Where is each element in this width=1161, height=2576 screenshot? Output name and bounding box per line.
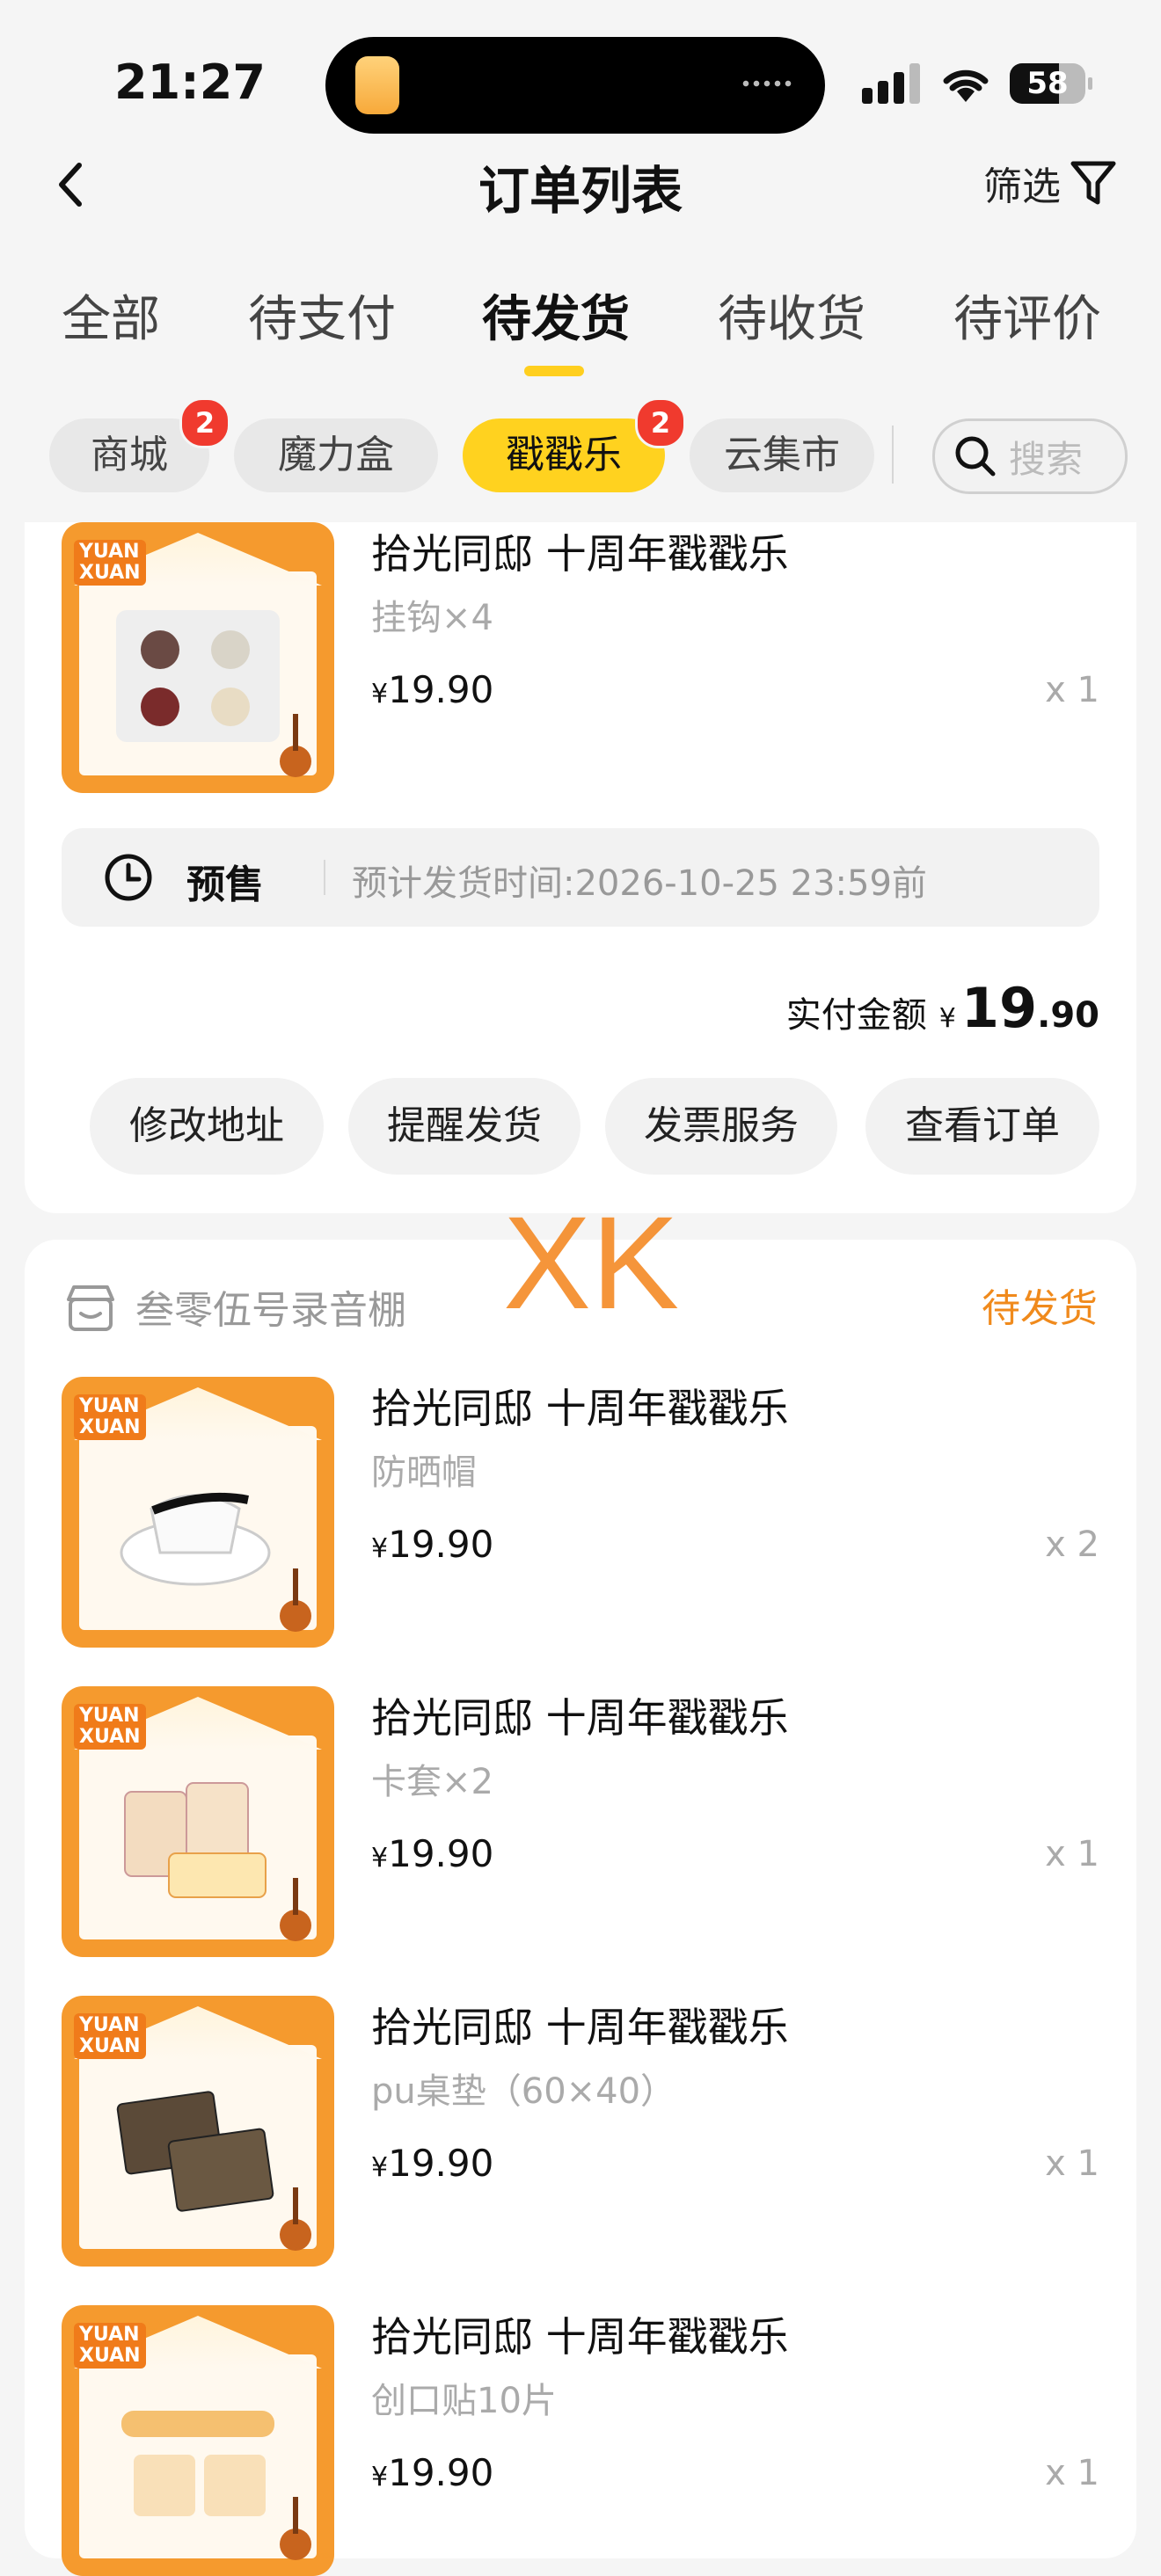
product-thumbnail[interactable]: YUAN XUAN	[62, 1686, 334, 1957]
chip-label: 戳戳乐	[506, 433, 622, 477]
product-quantity: x 1	[1045, 670, 1099, 710]
guitar-decoration-icon	[280, 2497, 311, 2560]
order-status: 待发货	[982, 1286, 1098, 1331]
battery-level: 58	[1026, 66, 1069, 101]
paid-amount: 实付金额 ¥19.90	[785, 976, 1099, 1040]
product-name: 拾光同邸 十周年戳戳乐	[371, 1694, 789, 1742]
wifi-icon	[943, 69, 989, 102]
product-name: 拾光同邸 十周年戳戳乐	[371, 530, 789, 578]
modify-address-button[interactable]: 修改地址	[90, 1078, 324, 1175]
filter-button[interactable]: 筛选	[983, 155, 1117, 211]
order-card[interactable]: YUAN XUAN 拾光同邸 十周年戳戳乐 挂钩×4 ¥19.90 x 1 预售 …	[25, 522, 1136, 1213]
chip-magic-box[interactable]: 魔力盒	[234, 418, 438, 492]
active-tab-indicator	[524, 366, 584, 376]
tab-pending-shipment[interactable]: 待发货	[482, 280, 630, 351]
guitar-decoration-icon	[280, 1878, 311, 1941]
product-quantity: x 1	[1045, 1834, 1099, 1874]
brand-logo-icon: YUAN XUAN	[74, 1704, 146, 1750]
order-status-tabs: 全部 待支付 待发货 待收货 待评价	[0, 280, 1161, 376]
tab-pending-receipt[interactable]: 待收货	[718, 280, 865, 351]
product-image-hooks	[116, 610, 280, 742]
guitar-decoration-icon	[280, 2187, 311, 2251]
chip-label: 云集市	[724, 433, 840, 477]
guitar-decoration-icon	[280, 714, 311, 777]
presale-divider	[324, 860, 325, 895]
tab-pending-payment[interactable]: 待支付	[248, 280, 396, 351]
product-quantity: x 1	[1045, 2453, 1099, 2493]
shop-icon	[67, 1285, 114, 1331]
filter-label: 筛选	[983, 164, 1061, 209]
presale-label: 预售	[186, 862, 264, 907]
badge-poke-game-count: 2	[635, 397, 686, 448]
filter-funnel-icon	[1070, 161, 1116, 205]
search-icon	[955, 436, 996, 477]
paid-amount-label: 实付金额	[785, 995, 927, 1036]
product-thumbnail[interactable]: YUAN XUAN	[62, 2305, 334, 2576]
product-name: 拾光同邸 十周年戳戳乐	[371, 2004, 789, 2051]
status-time: 21:27	[114, 55, 266, 110]
product-spec: pu桌垫（60×40）	[371, 2071, 676, 2112]
brand-logo-icon: YUAN XUAN	[74, 540, 146, 586]
product-spec: 挂钩×4	[371, 598, 493, 638]
chip-cloud-market[interactable]: 云集市	[690, 418, 874, 492]
status-bar: 21:27 58	[0, 0, 1161, 149]
product-spec: 创口贴10片	[371, 2381, 557, 2421]
product-thumbnail[interactable]: YUAN XUAN	[62, 1996, 334, 2267]
product-image-sun-hat	[116, 1465, 280, 1597]
product-image-desk-mat	[116, 2084, 280, 2216]
search-input[interactable]: 搜索	[932, 418, 1128, 494]
product-price: ¥19.90	[371, 2451, 494, 2494]
battery-icon: 58	[1010, 63, 1092, 104]
chip-label: 商城	[91, 433, 168, 477]
dynamic-island	[325, 37, 825, 134]
product-image-card-sleeves	[116, 1774, 280, 1906]
chip-label: 魔力盒	[278, 433, 394, 477]
product-price: ¥19.90	[371, 2142, 494, 2185]
tab-all[interactable]: 全部	[62, 280, 160, 351]
estimated-ship-time: 预计发货时间:2026-10-25 23:59前	[352, 863, 927, 904]
brand-logo-icon: YUAN XUAN	[74, 2323, 146, 2369]
remind-shipment-button[interactable]: 提醒发货	[348, 1078, 580, 1175]
search-placeholder: 搜索	[1009, 438, 1084, 481]
tab-pending-review[interactable]: 待评价	[953, 280, 1101, 351]
watermark-text: XK	[503, 1189, 680, 1336]
product-price: ¥19.90	[371, 1832, 494, 1875]
live-activity-app-icon	[355, 56, 399, 114]
presale-info-bar: 预售 预计发货时间:2026-10-25 23:59前	[62, 828, 1099, 927]
product-spec: 卡套×2	[371, 1762, 493, 1802]
clock-icon	[105, 854, 152, 901]
guitar-decoration-icon	[280, 1568, 311, 1632]
product-thumbnail[interactable]: YUAN XUAN	[62, 522, 334, 793]
product-name: 拾光同邸 十周年戳戳乐	[371, 2313, 789, 2361]
invoice-service-button[interactable]: 发票服务	[605, 1078, 837, 1175]
product-thumbnail[interactable]: YUAN XUAN	[62, 1377, 334, 1648]
order-card[interactable]: 叁零伍号录音棚 待发货 YUAN XUAN 拾光同邸 十周年戳戳乐 防晒帽 ¥19…	[25, 1240, 1136, 2576]
shop-name[interactable]: 叁零伍号录音棚	[135, 1278, 406, 1335]
brand-logo-icon: YUAN XUAN	[74, 1394, 146, 1440]
product-quantity: x 1	[1045, 2143, 1099, 2184]
product-name: 拾光同邸 十周年戳戳乐	[371, 1385, 789, 1432]
product-price: ¥19.90	[371, 668, 494, 711]
product-image-bandages	[116, 2393, 280, 2525]
product-spec: 防晒帽	[371, 1452, 477, 1493]
cellular-signal-icon	[862, 63, 920, 104]
live-activity-dots-icon	[741, 79, 793, 88]
view-order-button[interactable]: 查看订单	[865, 1078, 1099, 1175]
badge-mall-count: 2	[179, 397, 230, 448]
product-quantity: x 2	[1045, 1524, 1099, 1565]
chip-divider	[892, 426, 894, 484]
product-price: ¥19.90	[371, 1523, 494, 1566]
brand-logo-icon: YUAN XUAN	[74, 2013, 146, 2059]
